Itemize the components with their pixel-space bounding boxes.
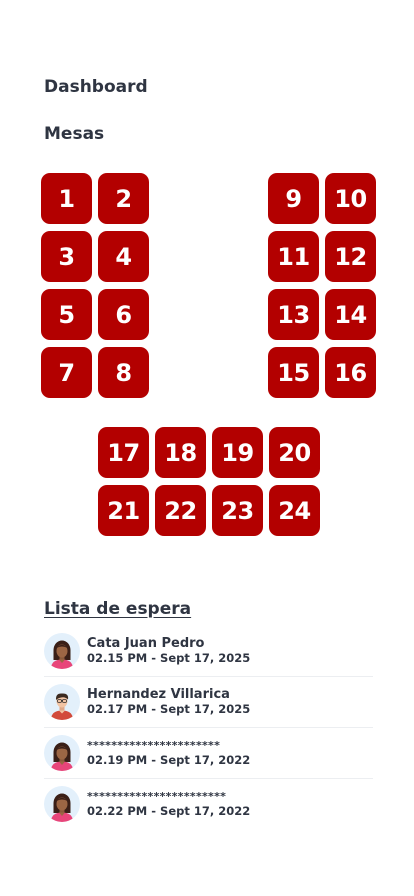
page-title: Dashboard — [44, 77, 148, 97]
table-button-24[interactable]: 24 — [269, 485, 320, 536]
table-button-5[interactable]: 5 — [41, 289, 92, 340]
table-button-7[interactable]: 7 — [41, 347, 92, 398]
table-button-9[interactable]: 9 — [268, 173, 319, 224]
table-button-12[interactable]: 12 — [325, 231, 376, 282]
table-button-3[interactable]: 3 — [41, 231, 92, 282]
table-button-2[interactable]: 2 — [98, 173, 149, 224]
table-button-20[interactable]: 20 — [269, 427, 320, 478]
table-button-22[interactable]: 22 — [155, 485, 206, 536]
table-button-10[interactable]: 10 — [325, 173, 376, 224]
waitlist-item[interactable]: ********************** 02.19 PM - Sept 1… — [44, 728, 373, 779]
man-avatar-icon — [44, 684, 80, 720]
section-title-mesas: Mesas — [44, 124, 105, 144]
waitlist-title: Lista de espera — [44, 599, 192, 619]
waitlist-item[interactable]: Cata Juan Pedro 02.15 PM - Sept 17, 2025 — [44, 626, 373, 677]
waitlist-name: Cata Juan Pedro — [87, 636, 205, 651]
woman-avatar-icon — [44, 633, 80, 669]
waitlist-name: Hernandez Villarica — [87, 687, 230, 702]
table-button-8[interactable]: 8 — [98, 347, 149, 398]
table-button-23[interactable]: 23 — [212, 485, 263, 536]
waitlist-time: 02.17 PM - Sept 17, 2025 — [87, 702, 251, 716]
table-button-14[interactable]: 14 — [325, 289, 376, 340]
table-button-13[interactable]: 13 — [268, 289, 319, 340]
table-group-bottom: 17 18 19 20 21 22 23 24 — [98, 427, 320, 536]
table-button-17[interactable]: 17 — [98, 427, 149, 478]
waitlist-time: 02.19 PM - Sept 17, 2022 — [87, 753, 251, 767]
table-group-right: 9 10 11 12 13 14 15 16 — [268, 173, 376, 398]
table-group-left: 1 2 3 4 5 6 7 8 — [41, 173, 149, 398]
table-button-21[interactable]: 21 — [98, 485, 149, 536]
table-button-1[interactable]: 1 — [41, 173, 92, 224]
waitlist: Cata Juan Pedro 02.15 PM - Sept 17, 2025… — [44, 626, 373, 829]
waitlist-name: *********************** — [87, 790, 227, 803]
table-button-18[interactable]: 18 — [155, 427, 206, 478]
table-button-6[interactable]: 6 — [98, 289, 149, 340]
table-button-4[interactable]: 4 — [98, 231, 149, 282]
woman-avatar-icon — [44, 786, 80, 822]
waitlist-item[interactable]: *********************** 02.22 PM - Sept … — [44, 779, 373, 829]
waitlist-name: ********************** — [87, 739, 221, 752]
waitlist-item[interactable]: Hernandez Villarica 02.17 PM - Sept 17, … — [44, 677, 373, 728]
woman-avatar-icon — [44, 735, 80, 771]
waitlist-time: 02.15 PM - Sept 17, 2025 — [87, 651, 251, 665]
table-button-15[interactable]: 15 — [268, 347, 319, 398]
table-button-16[interactable]: 16 — [325, 347, 376, 398]
waitlist-time: 02.22 PM - Sept 17, 2022 — [87, 804, 251, 818]
table-button-11[interactable]: 11 — [268, 231, 319, 282]
table-button-19[interactable]: 19 — [212, 427, 263, 478]
